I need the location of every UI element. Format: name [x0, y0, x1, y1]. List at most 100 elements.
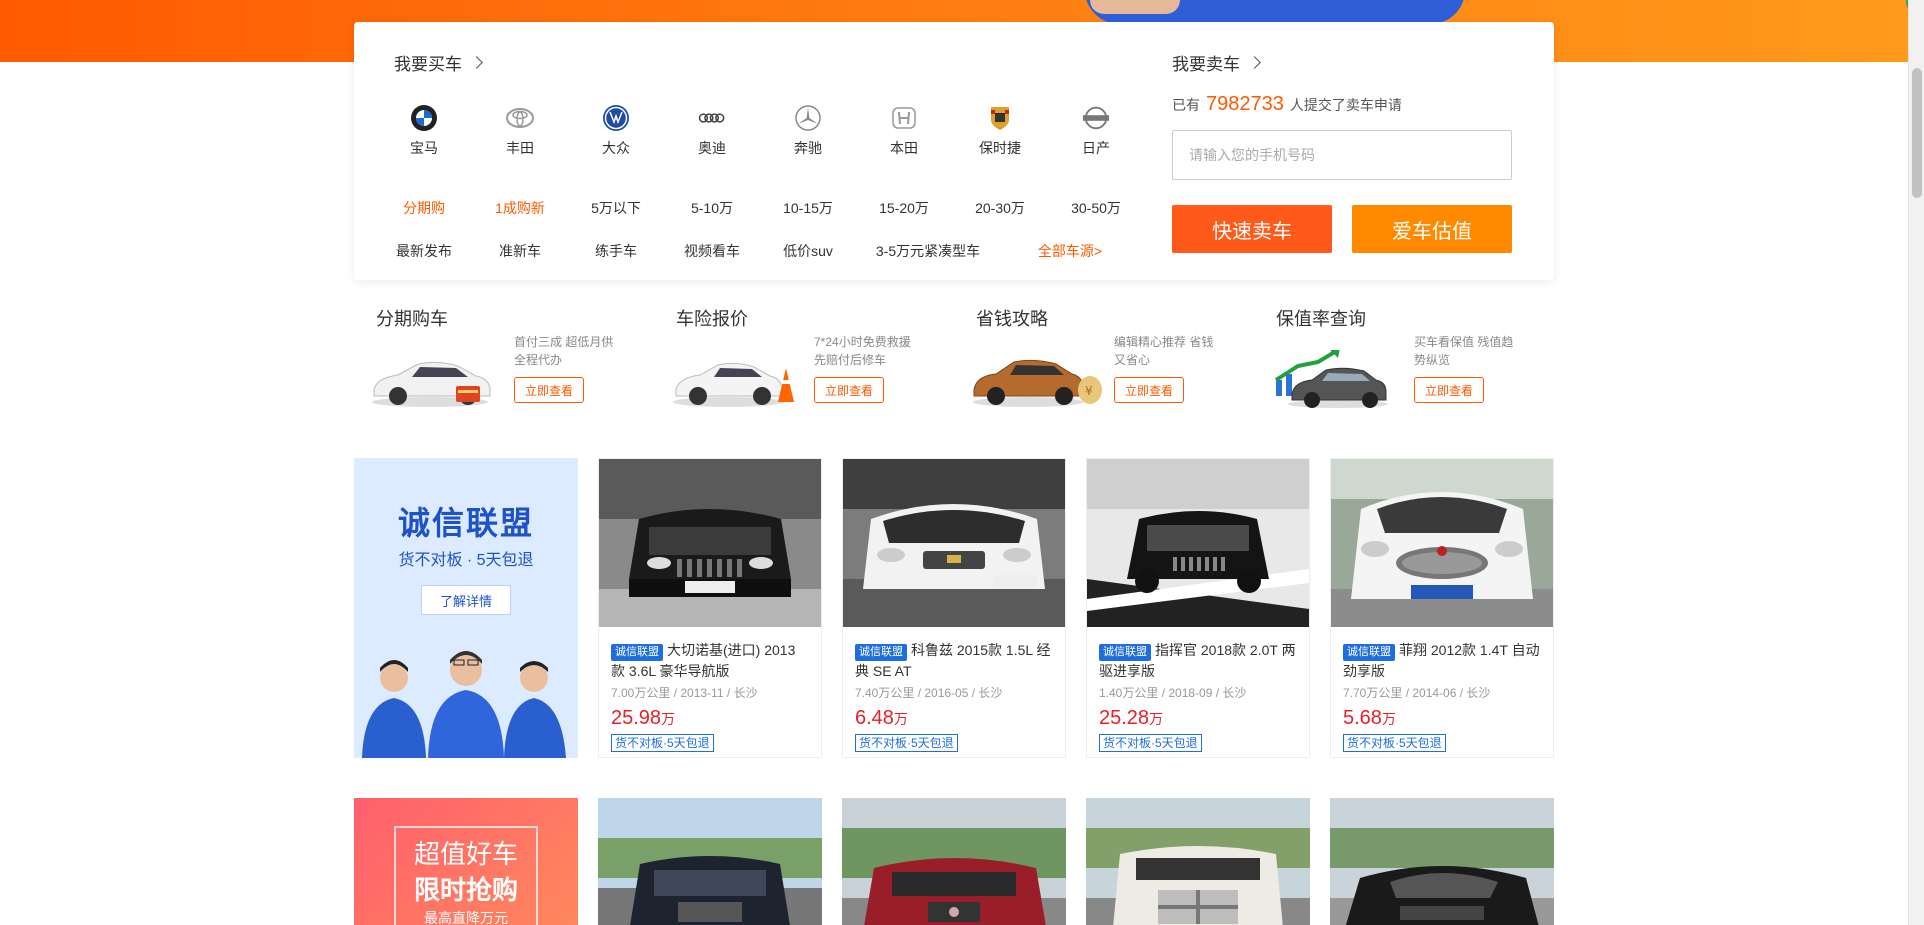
buy-car-title[interactable]: 我要买车: [394, 50, 483, 75]
guarantee-badge: 货不对板·5天包退: [611, 734, 714, 752]
car-price: 5.68万: [1343, 707, 1541, 730]
car-price-value: 25.98: [611, 707, 662, 729]
car-photo-jeep-black: [599, 459, 821, 627]
car-card[interactable]: 诚信联盟 菲翔 2012款 1.4T 自动劲享版 7.70万公里 / 2014-0…: [1330, 458, 1554, 758]
chevron-right-icon: [1248, 56, 1261, 69]
car-info: 诚信联盟 科鲁兹 2015款 1.5L 经典 SE AT 7.40万公里 / 20…: [843, 632, 1065, 760]
car-meta: 1.40万公里 / 2018-09 / 长沙: [1099, 686, 1247, 700]
buy-car-title-label: 我要买车: [394, 55, 462, 74]
car-card[interactable]: 诚信联盟 大切诺基(进口) 2013款 3.6L 豪华导航版 7.00万公里 / …: [598, 458, 822, 758]
deal-line-1: 超值好车: [413, 839, 518, 869]
brand-mercedes[interactable]: 奔驰: [760, 104, 856, 158]
alliance-tag: 诚信联盟: [1099, 644, 1151, 661]
car-price-value: 25.28: [1099, 707, 1150, 729]
brand-honda[interactable]: 本田: [856, 104, 952, 158]
service-value-retention[interactable]: 保值率查询 买车看保值 残值趋势纵览 立即查看: [1254, 305, 1554, 425]
car-photo-ram-white[interactable]: [1086, 798, 1310, 925]
alliance-promo[interactable]: 诚信联盟 货不对板 · 5天包退 了解详情: [354, 458, 578, 758]
all-cars-link[interactable]: 全部车源>: [1000, 241, 1140, 261]
car-title: 诚信联盟 科鲁兹 2015款 1.5L 经典 SE AT: [855, 640, 1053, 680]
brand-name: 丰田: [506, 140, 534, 156]
sell-car-title-label: 我要卖车: [1172, 55, 1240, 74]
car-price-unit: 万: [893, 711, 908, 727]
filter-5-10w[interactable]: 5-10万: [664, 198, 760, 218]
alliance-tag: 诚信联盟: [1343, 644, 1395, 661]
filter-video[interactable]: 视频看车: [664, 241, 760, 261]
sell-count: 已有 7982733 人提交了卖车申请: [1172, 93, 1512, 116]
brand-list: 宝马 丰田 大众 奥迪 奔驰 本田 保时捷 日产: [376, 104, 1144, 158]
learn-more-button[interactable]: 了解详情: [421, 585, 511, 615]
service-title: 分期购车: [376, 309, 448, 329]
view-now-button[interactable]: 立即查看: [1114, 377, 1184, 403]
staff-people-image: [362, 651, 566, 758]
car-meta: 7.70万公里 / 2014-06 / 长沙: [1343, 686, 1491, 700]
sell-car-title[interactable]: 我要卖车: [1172, 50, 1512, 75]
car-info: 诚信联盟 大切诺基(进口) 2013款 3.6L 豪华导航版 7.00万公里 / …: [599, 632, 821, 760]
brand-bmw[interactable]: 宝马: [376, 104, 472, 158]
car-price-unit: 万: [661, 711, 676, 727]
filter-compact-3-5w[interactable]: 3-5万元紧凑型车: [856, 241, 1000, 261]
car-meta: 7.40万公里 / 2016-05 / 长沙: [855, 686, 1003, 700]
filter-near-new[interactable]: 准新车: [472, 241, 568, 261]
filter-practice-car[interactable]: 练手车: [568, 241, 664, 261]
service-title: 省钱攻略: [976, 309, 1048, 329]
car-photo-cadillac-red[interactable]: [842, 798, 1066, 925]
car-title: 诚信联盟 大切诺基(进口) 2013款 3.6L 豪华导航版: [611, 640, 809, 680]
car-photo-passat-black[interactable]: [1330, 798, 1554, 925]
car-meta: 7.00万公里 / 2013-11 / 长沙: [611, 686, 758, 700]
view-now-button[interactable]: 立即查看: [814, 377, 884, 403]
banner-figure-arm: [1090, 0, 1180, 14]
view-now-button[interactable]: 立即查看: [1414, 377, 1484, 403]
deal-line-2: 限时抢购: [413, 875, 518, 905]
car-photo-patrol-black[interactable]: [598, 798, 822, 925]
filter-30-50w[interactable]: 30-50万: [1048, 198, 1144, 218]
nissan-logo-icon: [1082, 106, 1110, 130]
brand-name: 日产: [1082, 140, 1110, 156]
alliance-tag: 诚信联盟: [855, 644, 907, 661]
brand-name: 奔驰: [794, 140, 822, 156]
service-desc: 7*24小时免费救援 先赔付后修车: [814, 335, 911, 367]
filter-cheap-suv[interactable]: 低价suv: [760, 241, 856, 261]
car-photo-commander-black: [1087, 459, 1309, 627]
scrollbar-thumb[interactable]: [1912, 68, 1922, 198]
car-price-value: 5.68: [1343, 707, 1382, 729]
filter-10pct-new[interactable]: 1成购新: [472, 198, 568, 218]
service-strip: 分期购车 首付三成 超低月供 全程代办 立即查看 车险报价 7*24小时免费救援…: [354, 305, 1554, 425]
car-price: 25.98万: [611, 707, 809, 730]
filter-latest[interactable]: 最新发布: [376, 241, 472, 261]
car-card[interactable]: 诚信联盟 科鲁兹 2015款 1.5L 经典 SE AT 7.40万公里 / 20…: [842, 458, 1066, 758]
white-car-with-cone-image: [673, 362, 794, 407]
service-insurance[interactable]: 车险报价 7*24小时免费救援 先赔付后修车 立即查看: [654, 305, 954, 425]
audi-logo-icon: [698, 113, 725, 123]
estimate-button[interactable]: 爱车估值: [1352, 205, 1512, 253]
brand-porsche[interactable]: 保时捷: [952, 104, 1048, 158]
service-desc: 买车看保值 残值趋势纵览: [1414, 335, 1514, 367]
guarantee-badge: 货不对板·5天包退: [1343, 734, 1446, 752]
deal-promo[interactable]: 超值好车 限时抢购 最高直降万元: [354, 798, 578, 925]
brand-name: 本田: [890, 140, 918, 156]
white-sedan-image: [372, 361, 491, 407]
brand-toyota[interactable]: 丰田: [472, 104, 568, 158]
suv-with-chart-image: [1274, 350, 1388, 408]
car-info: 诚信联盟 指挥官 2018款 2.0T 两驱进享版 1.40万公里 / 2018-…: [1087, 632, 1309, 760]
filter-20-30w[interactable]: 20-30万: [952, 198, 1048, 218]
filter-under-5w[interactable]: 5万以下: [568, 198, 664, 218]
filter-10-15w[interactable]: 10-15万: [760, 198, 856, 218]
car-price: 6.48万: [855, 707, 1053, 730]
filter-installment[interactable]: 分期购: [376, 198, 472, 218]
car-card[interactable]: 诚信联盟 指挥官 2018款 2.0T 两驱进享版 1.40万公里 / 2018-…: [1086, 458, 1310, 758]
brand-volkswagen[interactable]: 大众: [568, 104, 664, 158]
car-price-value: 6.48: [855, 707, 894, 729]
quick-sell-button[interactable]: 快速卖车: [1172, 205, 1332, 253]
service-savings[interactable]: 省钱攻略 ¥ 编辑精心推荐 省钱又省心 立即查看: [954, 305, 1254, 425]
scrollbar[interactable]: [1908, 0, 1924, 925]
brand-nissan[interactable]: 日产: [1048, 104, 1144, 158]
filter-15-20w[interactable]: 15-20万: [856, 198, 952, 218]
car-photo-fiat-white: [1331, 459, 1553, 627]
view-now-button[interactable]: 立即查看: [514, 377, 584, 403]
brand-audi[interactable]: 奥迪: [664, 104, 760, 158]
phone-input[interactable]: [1172, 130, 1512, 180]
brand-name: 大众: [602, 140, 630, 156]
service-installment[interactable]: 分期购车 首付三成 超低月供 全程代办 立即查看: [354, 305, 654, 425]
car-photo-cruze-white: [843, 459, 1065, 627]
